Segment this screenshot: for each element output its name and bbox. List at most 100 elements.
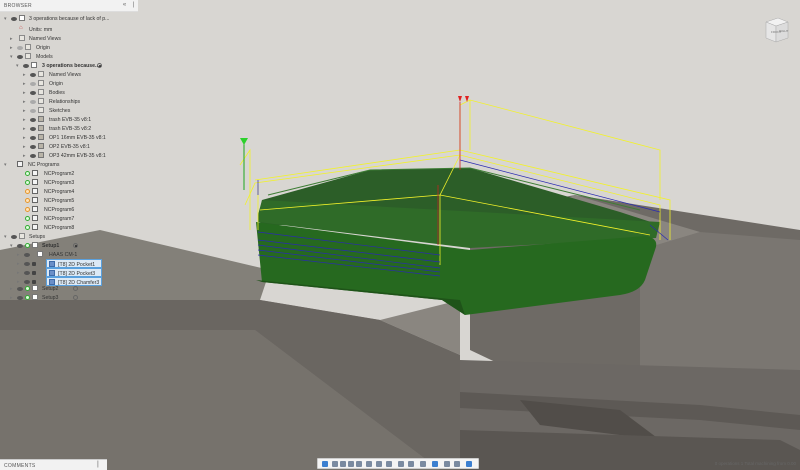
section-icon[interactable] (398, 461, 404, 467)
pin-icon[interactable]: | (130, 2, 137, 9)
viewports-icon[interactable] (386, 461, 392, 467)
model-child-item[interactable]: ▸ OP1 16mm EVB-35 v8:1 (0, 133, 138, 142)
chevron-down-icon[interactable]: ▾ (4, 16, 7, 22)
comments-panel[interactable]: COMMENTS | (0, 459, 107, 470)
nc-program-item[interactable]: NCProgram4 (0, 187, 138, 196)
nc-program-item[interactable]: NCProgram8 (0, 223, 138, 232)
named-views-item[interactable]: ▸ Named Views (0, 34, 138, 43)
origin-item[interactable]: ▸ Origin (0, 43, 138, 52)
chevron-right-icon[interactable]: ▸ (23, 126, 26, 132)
chevron-right-icon[interactable]: ▸ (23, 153, 26, 159)
chevron-right-icon[interactable]: ▸ (23, 135, 26, 141)
pan-icon[interactable] (340, 461, 346, 467)
fit-icon[interactable] (356, 461, 362, 467)
model-child-item[interactable]: ▸ Origin (0, 79, 138, 88)
chevron-right-icon[interactable]: ▸ (10, 286, 13, 292)
visibility-icon[interactable] (30, 135, 36, 140)
visibility-icon[interactable] (24, 261, 30, 266)
model-child-item[interactable]: ▸ Relationships (0, 97, 138, 106)
visibility-icon[interactable] (11, 234, 17, 239)
visibility-icon[interactable] (30, 90, 36, 95)
chevron-down-icon[interactable]: ▾ (4, 162, 7, 168)
visibility-icon[interactable] (30, 72, 36, 77)
visibility-icon[interactable] (24, 279, 30, 284)
chevron-right-icon[interactable]: ▸ (17, 252, 20, 258)
visibility-icon[interactable] (17, 54, 23, 59)
visibility-icon[interactable] (23, 63, 29, 68)
chevron-right-icon[interactable]: ▸ (17, 261, 20, 267)
visibility-icon[interactable] (30, 108, 36, 113)
model-child-item[interactable]: ▸ Sketches (0, 106, 138, 115)
view-options-icon[interactable] (466, 461, 472, 467)
chevron-down-icon[interactable]: ▾ (10, 54, 13, 60)
zoom-icon[interactable] (348, 461, 354, 467)
collapse-panel-icon[interactable]: « (121, 2, 128, 9)
operation-item[interactable]: ▸ [T8] 2D Pocket3 (0, 268, 138, 277)
chevron-down-icon[interactable]: ▾ (16, 63, 19, 69)
nc-program-item[interactable]: NCProgram7 (0, 214, 138, 223)
chevron-down-icon[interactable]: ▾ (4, 234, 7, 240)
visibility-icon[interactable] (17, 45, 23, 50)
inactive-radio-icon[interactable] (73, 286, 78, 291)
chevron-right-icon[interactable]: ▸ (23, 72, 26, 78)
model-child-item[interactable]: ▸ Named Views (0, 70, 138, 79)
chevron-right-icon[interactable]: ▸ (23, 144, 26, 150)
nc-program-item[interactable]: NCProgram2 (0, 169, 138, 178)
machine-item[interactable]: ▸ HAAS CM-1 (0, 250, 138, 259)
machine-sim-icon[interactable] (444, 461, 450, 467)
operation-selection[interactable]: [T8] 2D Pocket3 (46, 268, 102, 277)
model-child-item[interactable]: ▸ trash EVB-35 v8:2 (0, 124, 138, 133)
visibility-icon[interactable] (24, 270, 30, 275)
look-at-icon[interactable] (332, 461, 338, 467)
visibility-icon[interactable] (17, 295, 23, 300)
model-child-item[interactable]: ▸ trash EVB-35 v8:1 (0, 115, 138, 124)
visibility-icon[interactable] (17, 286, 23, 291)
units-item[interactable]: ⌂ Units: mm (0, 25, 138, 34)
chevron-right-icon[interactable]: ▸ (23, 117, 26, 123)
filter-icon[interactable] (454, 461, 460, 467)
model-child-item[interactable]: ▸ OP2 EVB-35 v8:1 (0, 142, 138, 151)
refresh-icon[interactable] (420, 461, 426, 467)
chevron-right-icon[interactable]: ▸ (10, 45, 13, 51)
inactive-radio-icon[interactable] (73, 295, 78, 300)
setup1-item[interactable]: ▾ Setup1 (0, 241, 138, 250)
operation-selection[interactable]: [T8] 2D Pocket1 (46, 259, 102, 268)
active-radio-icon[interactable] (73, 243, 78, 248)
model-child-item[interactable]: ▸ OP3 42mm EVB-35 v8:1 (0, 151, 138, 160)
orbit-icon[interactable] (322, 461, 328, 467)
collapse-comments-icon[interactable]: | (97, 461, 99, 468)
visibility-icon[interactable] (11, 16, 17, 21)
chevron-right-icon[interactable]: ▸ (23, 108, 26, 114)
stock-icon[interactable] (408, 461, 414, 467)
chevron-right-icon[interactable]: ▸ (23, 99, 26, 105)
visibility-icon[interactable] (30, 126, 36, 131)
lock-icon[interactable] (32, 262, 36, 266)
nc-program-item[interactable]: NCProgram5 (0, 196, 138, 205)
display-settings-icon[interactable] (366, 461, 372, 467)
browser-root[interactable]: ▾ 3 operations because of lack of p... (0, 14, 138, 23)
setup3-item[interactable]: ▸ Setup3 (0, 293, 138, 302)
model-item[interactable]: ▾ 3 operations because... (0, 61, 138, 70)
chevron-right-icon[interactable]: ▸ (23, 90, 26, 96)
visibility-icon[interactable] (30, 81, 36, 86)
visibility-icon[interactable] (30, 117, 36, 122)
lock-icon[interactable] (32, 271, 36, 275)
visibility-icon[interactable] (30, 144, 36, 149)
grid-icon[interactable] (376, 461, 382, 467)
nc-program-item[interactable]: NCProgram6 (0, 205, 138, 214)
nc-programs-item[interactable]: ▾ NC Programs (0, 160, 138, 169)
operation-item[interactable]: ▸ [T8] 2D Pocket1 (0, 259, 138, 268)
toolpath-display-icon[interactable] (432, 461, 438, 467)
visibility-icon[interactable] (17, 243, 23, 248)
models-item[interactable]: ▾ Models (0, 52, 138, 61)
visibility-icon[interactable] (24, 252, 30, 257)
visibility-icon[interactable] (30, 99, 36, 104)
nc-program-item[interactable]: NCProgram3 (0, 178, 138, 187)
viewcube[interactable]: FRONT RIGHT (762, 14, 790, 44)
setup2-item[interactable]: ▸ Setup2 (0, 284, 138, 293)
chevron-right-icon[interactable]: ▸ (17, 270, 20, 276)
model-child-item[interactable]: ▸ Bodies (0, 88, 138, 97)
chevron-right-icon[interactable]: ▸ (10, 295, 13, 301)
active-radio-icon[interactable] (97, 63, 102, 68)
visibility-icon[interactable] (30, 153, 36, 158)
